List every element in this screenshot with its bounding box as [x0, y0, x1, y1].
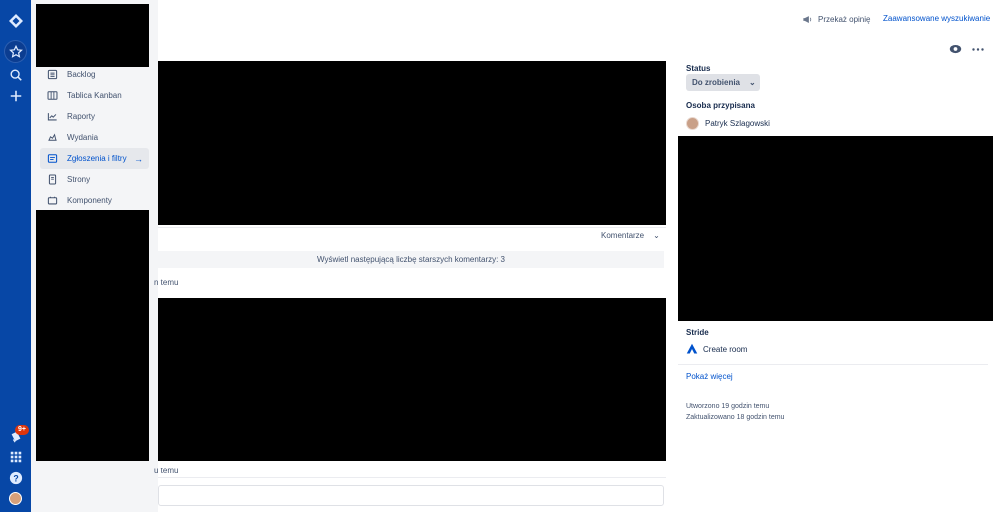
svg-text:?: ? [13, 473, 18, 483]
app-switcher-icon[interactable] [5, 446, 26, 467]
create-icon[interactable] [5, 85, 26, 106]
divider [158, 477, 666, 478]
reports-icon [47, 113, 57, 121]
starred-icon[interactable] [5, 41, 26, 62]
updated-timestamp: Zaktualizowano 18 godzin temu [686, 414, 785, 421]
components-icon [47, 196, 58, 205]
avatar [686, 117, 699, 130]
nav-item-pages[interactable]: Strony [40, 169, 149, 190]
search-icon[interactable] [5, 64, 26, 85]
create-room-button[interactable]: Create room [686, 343, 747, 355]
nav-item-label: Komponenty [67, 196, 112, 205]
more-actions-icon[interactable] [971, 43, 985, 55]
divider [678, 364, 988, 365]
notifications-badge: 9+ [15, 425, 29, 435]
redacted-block [36, 210, 149, 461]
jira-logo-icon[interactable] [5, 10, 26, 31]
megaphone-icon [803, 16, 812, 23]
pages-icon [48, 174, 57, 185]
arrow-right-icon: → [134, 153, 143, 164]
comment-timestamp-fragment: u temu [154, 468, 179, 475]
nav-item-label: Backlog [67, 70, 96, 79]
redacted-block [158, 298, 666, 461]
watch-icon[interactable] [948, 43, 962, 55]
global-navigation: 9+ ? [0, 0, 31, 512]
advanced-search-link[interactable]: Zaawansowane wyszukiwanie [883, 14, 990, 23]
give-feedback-link[interactable]: Przekaż opinię [802, 14, 870, 25]
status-dropdown[interactable]: Do zrobienia ⌄ [686, 74, 760, 91]
stride-icon [686, 343, 698, 354]
comment-input[interactable] [158, 485, 664, 506]
comment-timestamp-fragment: n temu [154, 278, 179, 287]
show-older-comments-button[interactable]: Wyświetl następującą liczbę starszych ko… [158, 251, 664, 268]
nav-item-label: Tablica Kanban [67, 91, 122, 100]
stride-heading: Stride [686, 328, 709, 337]
releases-icon [48, 133, 57, 141]
profile-avatar[interactable] [5, 488, 26, 509]
project-navigation: Backlog Tablica Kanban Raporty Wydania Z… [31, 0, 158, 512]
status-heading: Status [686, 64, 711, 73]
nav-item-issues-filters[interactable]: Zgłoszenia i filtry → [40, 148, 149, 169]
nav-item-label: Strony [67, 175, 91, 184]
board-icon [47, 91, 58, 100]
nav-item-kanban-board[interactable]: Tablica Kanban [40, 85, 149, 106]
issues-icon [47, 154, 58, 163]
chevron-down-icon: ⌄ [749, 78, 756, 87]
nav-item-backlog[interactable]: Backlog [40, 64, 149, 85]
nav-item-reports[interactable]: Raporty [40, 106, 149, 127]
nav-item-components[interactable]: Komponenty [40, 190, 149, 211]
redacted-block [678, 136, 993, 321]
assignee-field[interactable]: Patryk Szlagowski [686, 117, 770, 130]
backlog-icon [47, 69, 58, 80]
redacted-block [158, 61, 666, 225]
show-more-link[interactable]: Pokaż więcej [686, 372, 733, 381]
nav-item-releases[interactable]: Wydania [40, 127, 149, 148]
chevron-down-icon: ⌄ [653, 231, 660, 240]
nav-item-label: Wydania [67, 133, 99, 142]
comments-filter-dropdown[interactable]: Komentarze ⌄ [601, 231, 660, 240]
help-icon[interactable]: ? [5, 467, 26, 488]
redacted-block [36, 4, 149, 67]
nav-item-label: Zgłoszenia i filtry [67, 154, 127, 163]
nav-item-label: Raporty [67, 112, 96, 121]
created-timestamp: Utworzono 19 godzin temu [686, 403, 770, 410]
avatar [9, 492, 22, 505]
assignee-heading: Osoba przypisana [686, 101, 755, 110]
divider [158, 227, 666, 228]
